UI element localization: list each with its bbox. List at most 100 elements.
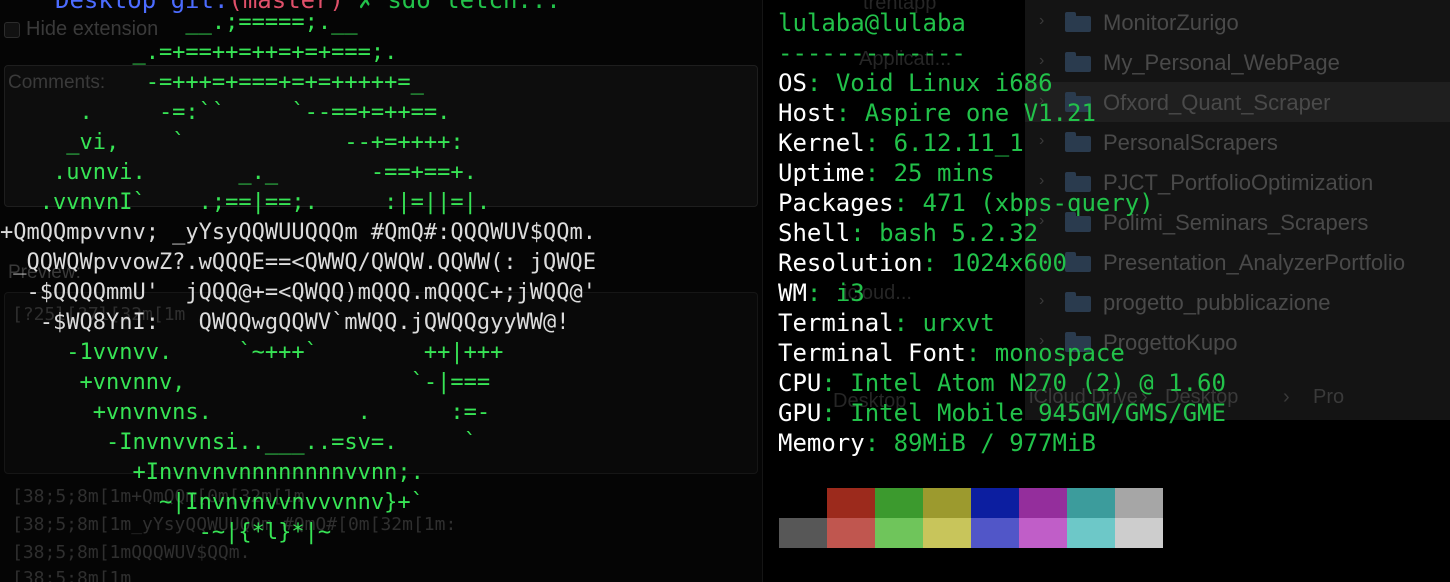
info-key: Memory bbox=[778, 429, 865, 457]
info-value: Void Linux i686 bbox=[835, 69, 1053, 97]
info-value: 89MiB / 977MiB bbox=[893, 429, 1096, 457]
info-colon: : bbox=[893, 309, 923, 337]
info-value: 471 (xbps-query) bbox=[922, 189, 1154, 217]
ascii-line: +QmQQmpvvnv; _yYsyQQWUUQQQm #QmQ#:QQQWUV… bbox=[0, 220, 597, 245]
info-colon: : bbox=[893, 189, 923, 217]
info-line: Kernel: 6.12.11_1 bbox=[778, 128, 1024, 158]
ascii-line: +Invnvnvnnnnnnnnvvnn;. bbox=[0, 460, 424, 485]
color-swatch bbox=[875, 518, 923, 548]
info-line: OS: Void Linux i686 bbox=[778, 68, 1053, 98]
chevron-right-icon[interactable]: › bbox=[1039, 132, 1044, 150]
info-value: bash 5.2.32 bbox=[879, 219, 1039, 247]
ascii-line: ~|Invnvnvvnvvvnnv}+` bbox=[0, 490, 424, 515]
user-host: lulaba@lulaba bbox=[778, 9, 966, 37]
info-key: Terminal Font bbox=[778, 339, 966, 367]
ascii-line: .uvnvi. _._ -==+==+. bbox=[0, 160, 477, 185]
info-value: Intel Atom N270 (2) @ 1.60 bbox=[850, 369, 1226, 397]
info-separator: ------------- bbox=[778, 39, 966, 67]
ascii-line: _.=+==++=++=+=+===;. bbox=[0, 40, 398, 65]
info-key: GPU bbox=[778, 399, 822, 427]
info-key: Terminal bbox=[778, 309, 894, 337]
folder-row[interactable]: › PersonalScrapers bbox=[1025, 122, 1450, 162]
info-line: CPU: Intel Atom N270 (2) @ 1.60 bbox=[778, 368, 1226, 398]
color-palette bbox=[779, 488, 1163, 548]
folder-row[interactable]: › Presentation_AnalyzerPortfolio bbox=[1025, 242, 1450, 282]
folder-row[interactable]: › progetto_pubblicazione bbox=[1025, 282, 1450, 322]
folder-name: PersonalScrapers bbox=[1103, 130, 1278, 155]
ascii-line: -1vvnvv. `~+++` ++|+++ bbox=[0, 340, 504, 365]
left-terminal-pane[interactable]: Desktop git:(master) ✗ sdo letch... Hide… bbox=[0, 0, 762, 582]
info-line: GPU: Intel Mobile 945GM/GMS/GME bbox=[778, 398, 1226, 428]
info-colon: : bbox=[965, 339, 995, 367]
color-swatch bbox=[1115, 488, 1163, 518]
chevron-right-icon: › bbox=[1283, 386, 1290, 408]
color-swatch bbox=[1067, 518, 1115, 548]
ascii-line: -$WQ8YnI: QWQQwgQQWV`mWQQ.jQWQQgyyWW@! bbox=[0, 310, 570, 335]
chevron-right-icon[interactable]: › bbox=[1039, 292, 1044, 310]
info-colon: : bbox=[821, 369, 851, 397]
folder-name: progetto_pubblicazione bbox=[1103, 290, 1331, 315]
color-swatch bbox=[1067, 488, 1115, 518]
ascii-line: -Invnvvnsi..___..=sv=. ` bbox=[0, 430, 477, 455]
ascii-line: _vi, ` --+=++++: bbox=[0, 130, 464, 155]
info-line: Terminal Font: monospace bbox=[778, 338, 1125, 368]
info-key: Shell bbox=[778, 219, 851, 247]
color-swatch bbox=[1115, 518, 1163, 548]
folder-name: Presentation_AnalyzerPortfolio bbox=[1103, 250, 1406, 275]
info-line: Uptime: 25 mins bbox=[778, 158, 995, 188]
info-line: Terminal: urxvt bbox=[778, 308, 995, 338]
info-line: WM: i3 bbox=[778, 278, 865, 308]
folder-icon bbox=[1065, 292, 1091, 312]
ascii-line: .vvnvnI` .;==|==;. :|=||=|. bbox=[0, 190, 491, 215]
info-line: Memory: 89MiB / 977MiB bbox=[778, 428, 1096, 458]
info-key: Resolution bbox=[778, 249, 923, 277]
ascii-line: +vnvnvns. . :=- bbox=[0, 400, 491, 425]
info-key: OS bbox=[778, 69, 807, 97]
color-swatch bbox=[779, 518, 827, 548]
folder-icon bbox=[1065, 12, 1091, 32]
info-value: Intel Mobile 945GM/GMS/GME bbox=[850, 399, 1226, 427]
right-terminal-pane[interactable]: trentapp Applicati... Desktop icloud... … bbox=[762, 0, 1450, 582]
info-key: Host bbox=[778, 99, 836, 127]
folder-name: My_Personal_WebPage bbox=[1103, 50, 1340, 75]
info-colon: : bbox=[806, 279, 836, 307]
ascii-line: -~|{*l}*|~ bbox=[0, 520, 332, 545]
info-value: 25 mins bbox=[893, 159, 995, 187]
info-value: i3 bbox=[835, 279, 865, 307]
color-swatch bbox=[1019, 488, 1067, 518]
info-colon: : bbox=[864, 159, 894, 187]
folder-row[interactable]: › MonitorZurigo bbox=[1025, 2, 1450, 42]
folder-name: MonitorZurigo bbox=[1103, 10, 1239, 35]
info-key: Kernel bbox=[778, 129, 865, 157]
ascii-line: . -=:`` `--==+=++==. bbox=[0, 100, 451, 125]
info-colon: : bbox=[850, 219, 880, 247]
ascii-line: +vnvnnv, `-|=== bbox=[0, 370, 491, 395]
escape-line: [38;5;8m[1m bbox=[12, 568, 132, 582]
info-key: WM bbox=[778, 279, 807, 307]
color-swatch bbox=[779, 488, 827, 518]
info-value: 1024x600 bbox=[951, 249, 1067, 277]
info-colon: : bbox=[864, 429, 894, 457]
info-key: CPU bbox=[778, 369, 822, 397]
path-current[interactable]: Pro bbox=[1313, 386, 1344, 409]
folder-icon bbox=[1065, 132, 1091, 152]
info-line: Shell: bash 5.2.32 bbox=[778, 218, 1038, 248]
folder-icon bbox=[1065, 52, 1091, 72]
prompt-command: ✗ sdo letch... bbox=[344, 0, 561, 14]
color-swatch bbox=[875, 488, 923, 518]
info-value: Aspire one V1.21 bbox=[864, 99, 1096, 127]
chevron-right-icon[interactable]: › bbox=[1039, 12, 1044, 30]
info-colon: : bbox=[864, 129, 894, 157]
folder-row[interactable]: › My_Personal_WebPage bbox=[1025, 42, 1450, 82]
info-value: urxvt bbox=[922, 309, 995, 337]
color-swatch bbox=[971, 488, 1019, 518]
color-swatch bbox=[923, 488, 971, 518]
info-key: Uptime bbox=[778, 159, 865, 187]
color-swatch bbox=[971, 518, 1019, 548]
info-line: Host: Aspire one V1.21 bbox=[778, 98, 1096, 128]
ascii-line: __.;=====;.__ bbox=[0, 10, 358, 35]
ascii-line: _QQWQWpvvowZ?.wQQQE==<QWWQ/QWQW.QQWW(: j… bbox=[0, 250, 597, 275]
ascii-line: -$QQQQmmU' jQQQ@+=<QWQQ)mQQQ.mQQQC+;jWQQ… bbox=[0, 280, 597, 305]
info-colon: : bbox=[806, 69, 836, 97]
color-swatch bbox=[827, 518, 875, 548]
